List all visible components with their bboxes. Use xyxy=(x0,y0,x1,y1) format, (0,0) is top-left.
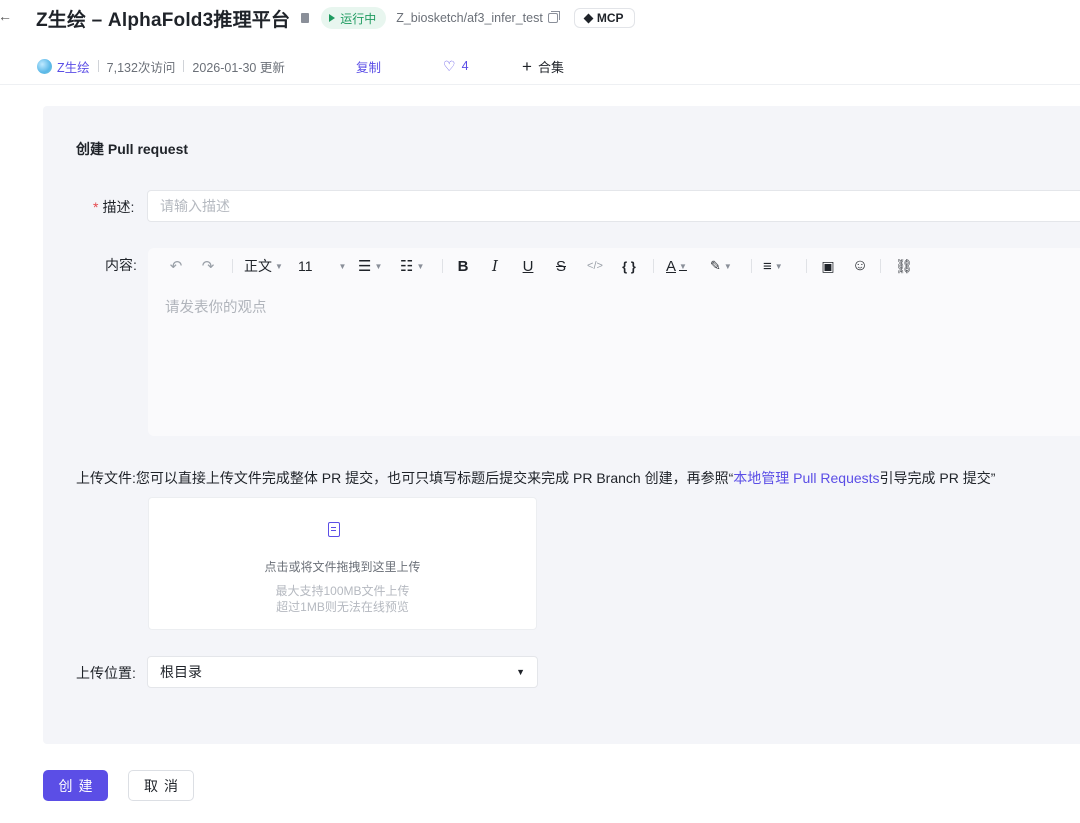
chevron-down-icon: ▼ xyxy=(374,261,383,271)
code-block-icon[interactable]: { } xyxy=(618,256,640,276)
redo-icon[interactable]: ↷ xyxy=(198,256,218,276)
upload-label: 上传文件: xyxy=(76,470,136,486)
description-label-text: 描述: xyxy=(102,199,135,215)
toolbar-divider xyxy=(806,259,807,273)
header-divider xyxy=(0,84,1080,85)
bold-icon[interactable]: B xyxy=(454,256,472,276)
editor-toolbar: ↶ ↷ 正文 ▼ 11 ▼ ☰ ▼ ☷ ▼ B I U S </> { } A ▼ ✎ ▼ … xyxy=(148,248,1080,284)
form-title: 创建 Pull request xyxy=(76,141,189,157)
back-arrow-icon[interactable]: ← xyxy=(0,8,12,24)
chevron-down-icon: ▼ xyxy=(516,667,525,677)
description-input[interactable] xyxy=(147,190,1080,222)
add-collection-button[interactable]: + 合集 xyxy=(522,57,564,76)
meta-row: Z生绘 7,132次访问 2026-01-30 更新 复制 ♡ 4 + 合集 xyxy=(37,57,564,76)
font-size-value: 11 xyxy=(298,258,313,274)
editor-placeholder: 请发表你的观点 xyxy=(165,300,267,316)
dropzone-main-text: 点击或将文件拖拽到这里上传 xyxy=(264,560,421,574)
underline-icon[interactable]: U xyxy=(519,256,537,276)
bookmark-icon[interactable] xyxy=(301,13,310,23)
link-icon[interactable]: ⛓ xyxy=(894,256,914,276)
play-icon xyxy=(329,14,336,22)
updated-date: 2026-01-30 更新 xyxy=(192,60,285,75)
chevron-down-icon: ▼ xyxy=(416,261,425,271)
visit-count: 7,132次访问 xyxy=(106,60,176,75)
italic-icon[interactable]: I xyxy=(486,256,504,276)
app-header: Z生绘 – AlphaFold3推理平台 运行中 Z_biosketch/af3… xyxy=(36,4,635,32)
paragraph-style-select[interactable]: 正文 ▼ xyxy=(244,256,283,276)
required-mark: * xyxy=(93,199,99,215)
chevron-down-icon: ▼ xyxy=(338,261,347,271)
font-color-icon[interactable]: A ▼ xyxy=(666,256,687,276)
mcp-button[interactable]: MCP xyxy=(573,8,635,28)
bullet-list-icon[interactable]: ☷ ▼ xyxy=(400,256,424,276)
file-dropzone[interactable]: 点击或将文件拖拽到这里上传 最大支持100MB文件上传 超过1MB则无法在线预览 xyxy=(148,497,537,630)
chevron-down-icon: ▼ xyxy=(679,261,687,271)
avatar xyxy=(37,58,52,74)
meta-divider xyxy=(183,60,185,72)
upload-hint: 上传文件:您可以直接上传文件完成整体 PR 提交，也可只填写标题后提交来完成 P… xyxy=(76,468,995,488)
file-icon xyxy=(328,522,340,537)
local-pr-guide-link[interactable]: 本地管理 Pull Requests xyxy=(733,470,879,486)
font-size-select[interactable]: 11 ▼ xyxy=(298,256,346,276)
ordered-list-icon[interactable]: ☰ ▼ xyxy=(358,256,382,276)
content-label: 内容: xyxy=(105,257,137,273)
repo-path: Z_biosketch/af3_infer_test xyxy=(396,11,543,25)
image-icon[interactable]: ▣ xyxy=(818,256,838,276)
location-label: 上传位置: xyxy=(76,665,136,681)
app-title: Z生绘 – AlphaFold3推理平台 xyxy=(36,9,291,31)
copy-path-icon[interactable] xyxy=(547,10,560,23)
like-button[interactable]: ♡ 4 xyxy=(443,59,469,73)
chevron-down-icon: ▼ xyxy=(774,261,783,271)
heart-icon: ♡ xyxy=(443,58,456,74)
upload-location-select[interactable]: 根目录 ▼ xyxy=(147,656,538,688)
plus-icon: + xyxy=(522,56,532,76)
mcp-icon xyxy=(583,13,594,23)
mcp-label: MCP xyxy=(596,11,624,25)
description-label: * 描述: xyxy=(93,197,134,217)
chevron-down-icon: ▼ xyxy=(723,261,732,271)
align-icon[interactable]: ≡ ▼ xyxy=(763,256,783,276)
toolbar-divider xyxy=(880,259,881,273)
dropzone-size-limit: 最大支持100MB文件上传 xyxy=(275,584,410,598)
toolbar-divider xyxy=(442,259,443,273)
pr-form-panel: 创建 Pull request *描述: 内容: ↶ ↷ 正文▼ 11▼ ☰▼ … xyxy=(43,106,1080,744)
rich-text-editor[interactable]: ↶ ↷ 正文 ▼ 11 ▼ ☰ ▼ ☷ ▼ B I U S </> { } A ▼ ✎ ▼ … xyxy=(148,248,1080,436)
dropzone-preview-limit: 超过1MB则无法在线预览 xyxy=(276,600,409,614)
like-count: 4 xyxy=(461,59,469,73)
status-text: 运行中 xyxy=(340,11,377,26)
undo-icon[interactable]: ↶ xyxy=(166,256,186,276)
meta-divider xyxy=(97,60,99,72)
strikethrough-icon[interactable]: S xyxy=(552,256,570,276)
toolbar-divider xyxy=(751,259,752,273)
chevron-down-icon: ▼ xyxy=(275,261,283,271)
cancel-button[interactable]: 取消 xyxy=(128,770,194,801)
status-badge: 运行中 xyxy=(321,7,387,29)
paragraph-style-value: 正文 xyxy=(244,258,272,274)
location-value: 根目录 xyxy=(160,664,202,680)
org-link[interactable]: Z生绘 xyxy=(57,57,90,76)
highlight-icon[interactable]: ✎ ▼ xyxy=(710,256,732,276)
toolbar-divider xyxy=(232,259,233,273)
upload-hint-prefix: 您可以直接上传文件完成整体 PR 提交，也可只填写标题后提交来完成 PR Bra… xyxy=(135,470,734,486)
collection-label: 合集 xyxy=(537,59,564,75)
emoji-icon[interactable]: ☺ xyxy=(850,256,870,276)
toolbar-divider xyxy=(653,259,654,273)
inline-code-icon[interactable]: </> xyxy=(584,256,606,276)
upload-hint-suffix: 引导完成 PR 提交” xyxy=(879,470,996,486)
copy-button[interactable]: 复制 xyxy=(356,57,381,76)
create-button[interactable]: 创建 xyxy=(43,770,108,801)
